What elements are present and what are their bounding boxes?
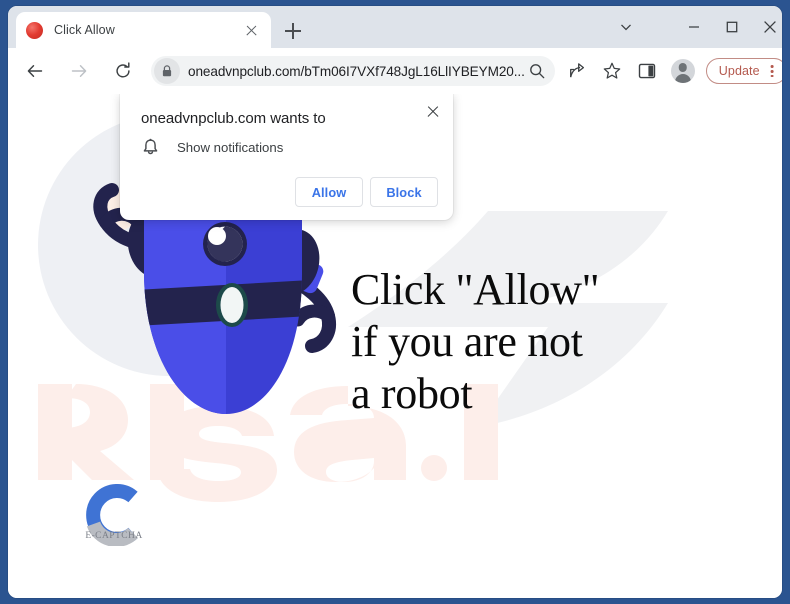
browser-window: Click Allow oneadvnpclub.com/bTm06I7VXf7…: [8, 6, 782, 598]
headline-line: Click "Allow": [351, 265, 600, 314]
update-button[interactable]: Update: [705, 58, 782, 84]
close-icon[interactable]: [422, 101, 444, 123]
allow-button[interactable]: Allow: [295, 177, 363, 207]
update-label: Update: [718, 64, 760, 78]
share-icon[interactable]: [564, 58, 590, 84]
window-frame: Click Allow oneadvnpclub.com/bTm06I7VXf7…: [0, 0, 790, 604]
block-button[interactable]: Block: [370, 177, 438, 207]
notification-permission-dialog: oneadvnpclub.com wants to Show notificat…: [120, 94, 453, 220]
search-icon[interactable]: [525, 59, 549, 83]
lock-icon[interactable]: [154, 58, 180, 84]
headline-line: a robot: [351, 368, 473, 418]
url-text: oneadvnpclub.com/bTm06I7VXf748JgL16LlIYB…: [188, 63, 525, 79]
side-panel-icon[interactable]: [634, 58, 660, 84]
permission-item-label: Show notifications: [177, 140, 284, 155]
permission-dialog-title: oneadvnpclub.com wants to: [141, 110, 326, 127]
forward-arrow-icon[interactable]: [64, 56, 94, 86]
page-content: Click "Allow" if you are not a robot E-C…: [8, 94, 782, 598]
back-arrow-icon[interactable]: [20, 56, 50, 86]
browser-toolbar: oneadvnpclub.com/bTm06I7VXf748JgL16LlIYB…: [8, 48, 782, 94]
tab-strip: Click Allow: [8, 6, 782, 48]
browser-tab[interactable]: Click Allow: [16, 12, 271, 48]
star-icon[interactable]: [599, 58, 625, 84]
close-window-icon[interactable]: [748, 12, 782, 42]
avatar[interactable]: [670, 59, 695, 83]
new-tab-button[interactable]: [280, 18, 306, 44]
reload-icon[interactable]: [108, 56, 138, 86]
three-dot-menu-icon[interactable]: [764, 61, 781, 81]
bell-icon: [143, 138, 158, 155]
tab-title: Click Allow: [54, 23, 115, 37]
tab-favicon-icon: [26, 21, 43, 39]
close-tab-icon[interactable]: [242, 21, 261, 40]
address-bar[interactable]: oneadvnpclub.com/bTm06I7VXf748JgL16LlIYB…: [151, 56, 555, 86]
captcha-logo-label: E-CAPTCHA: [85, 531, 143, 541]
headline-line: if you are not: [351, 316, 583, 366]
tab-search-chevron-down-icon[interactable]: [604, 12, 648, 42]
page-title: Click "Allow" if you are not a robot: [351, 264, 751, 420]
permission-item: Show notifications: [141, 138, 283, 157]
